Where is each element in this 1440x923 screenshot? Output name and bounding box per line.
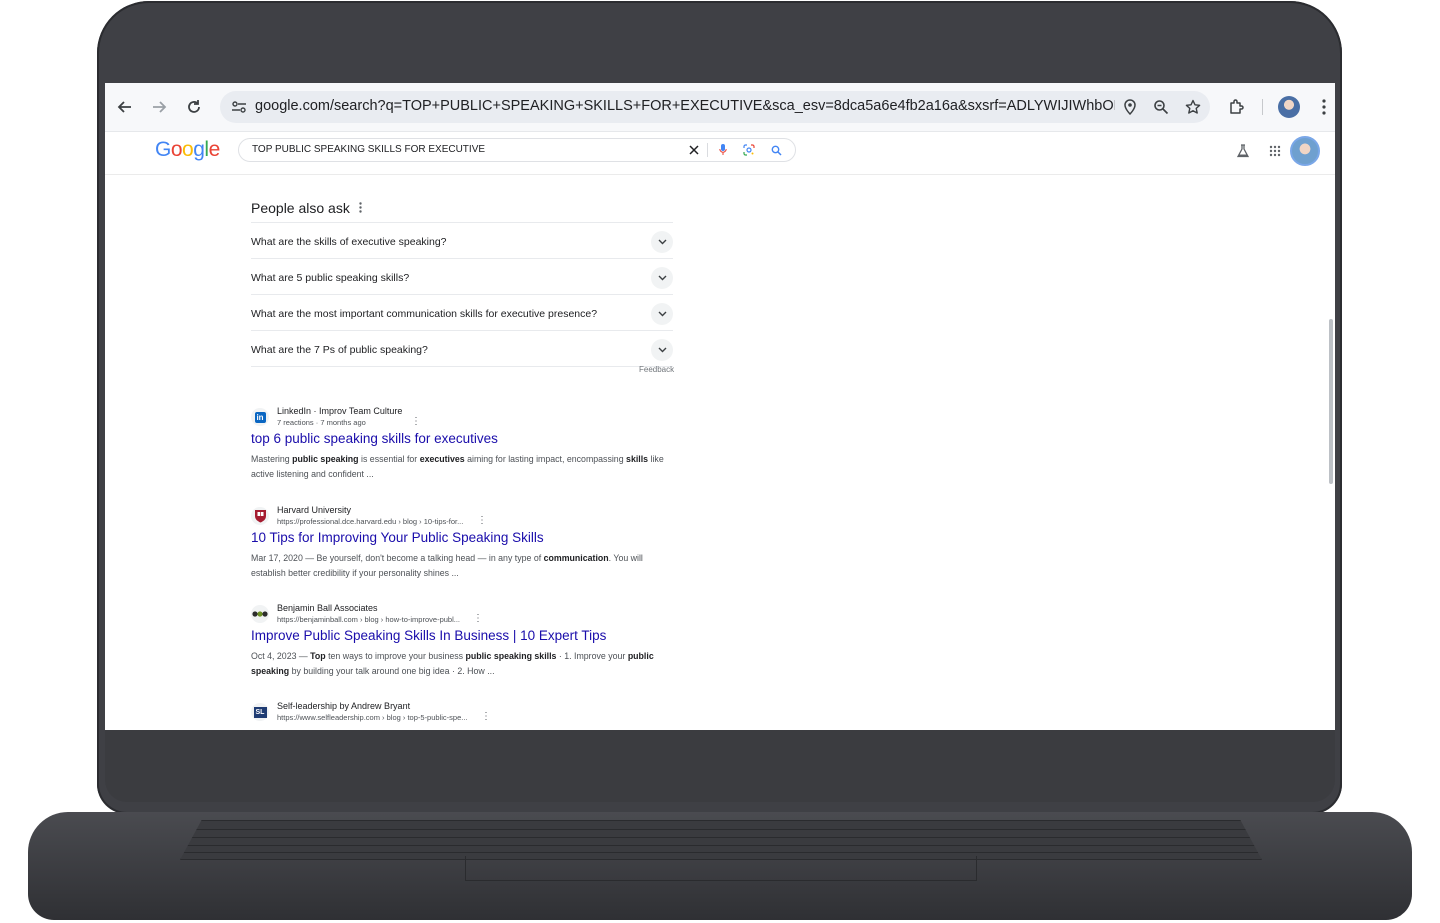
forward-icon[interactable] xyxy=(147,95,171,119)
clear-icon[interactable] xyxy=(686,142,702,158)
result-snippet: Oct 4, 2023 — Top ten ways to improve yo… xyxy=(251,651,654,676)
result-snippet: Mastering public speaking is essential f… xyxy=(251,454,664,479)
result-url[interactable]: https://professional.dce.harvard.edu › b… xyxy=(277,517,463,526)
site-info-icon[interactable] xyxy=(230,98,248,116)
lens-search-icon[interactable] xyxy=(741,142,757,158)
result-title-link[interactable]: top 6 public speaking skills for executi… xyxy=(251,431,498,446)
google-account-avatar[interactable] xyxy=(1290,136,1320,166)
labs-flask-icon[interactable] xyxy=(1233,141,1253,161)
chevron-down-icon[interactable] xyxy=(651,339,673,361)
profile-avatar[interactable] xyxy=(1277,95,1301,119)
url-text[interactable]: google.com/search?q=TOP+PUBLIC+SPEAKING+… xyxy=(255,98,1115,114)
extensions-icon[interactable] xyxy=(1225,95,1249,119)
laptop-bezel xyxy=(105,730,1335,802)
paa-question[interactable]: What are the most important communicatio… xyxy=(251,294,673,330)
toolbar-divider xyxy=(1262,99,1263,115)
search-input[interactable]: TOP PUBLIC SPEAKING SKILLS FOR EXECUTIVE xyxy=(252,144,485,155)
paa-question[interactable]: What are the 7 Ps of public speaking? xyxy=(251,330,673,367)
laptop-trackpad xyxy=(465,856,977,881)
search-box[interactable]: TOP PUBLIC SPEAKING SKILLS FOR EXECUTIVE xyxy=(238,138,796,162)
address-bar[interactable]: google.com/search?q=TOP+PUBLIC+SPEAKING+… xyxy=(220,91,1210,123)
result-snippet: Mar 17, 2020 — Be yourself, don't become… xyxy=(251,553,643,578)
paa-list: What are the skills of executive speakin… xyxy=(251,222,673,367)
self-leadership-logo-icon[interactable]: SL xyxy=(251,703,269,721)
result-more-icon[interactable]: ⋮ xyxy=(481,711,491,722)
paa-question-text[interactable]: What are the skills of executive speakin… xyxy=(251,236,447,248)
result-more-icon[interactable]: ⋮ xyxy=(473,613,483,624)
result-url[interactable]: https://www.selfleadership.com › blog › … xyxy=(277,713,468,722)
linkedin-icon[interactable]: in xyxy=(251,408,269,426)
paa-question[interactable]: What are 5 public speaking skills? xyxy=(251,258,673,294)
paa-heading: People also ask xyxy=(251,200,350,216)
paa-more-icon[interactable] xyxy=(359,202,362,216)
reload-icon[interactable] xyxy=(182,95,206,119)
location-icon[interactable] xyxy=(1120,97,1140,117)
chevron-down-icon[interactable] xyxy=(651,231,673,253)
paa-question-text[interactable]: What are the most important communicatio… xyxy=(251,308,597,320)
search-divider xyxy=(707,143,708,157)
result-meta: 7 reactions · 7 months ago xyxy=(277,418,366,427)
chrome-menu-icon[interactable] xyxy=(1312,95,1335,119)
voice-search-icon[interactable] xyxy=(715,142,731,158)
result-site-name[interactable]: LinkedIn · Improv Team Culture xyxy=(277,406,402,416)
apps-grid-icon[interactable] xyxy=(1265,141,1285,161)
search-icon[interactable] xyxy=(768,142,784,158)
result-site-name[interactable]: Self-leadership by Andrew Bryant xyxy=(277,701,410,711)
result-title-link[interactable]: 10 Tips for Improving Your Public Speaki… xyxy=(251,530,544,545)
feedback-link[interactable]: Feedback xyxy=(639,365,674,374)
paa-question-text[interactable]: What are the 7 Ps of public speaking? xyxy=(251,344,428,356)
page-scrollbar[interactable] xyxy=(1329,319,1333,484)
zoom-icon[interactable] xyxy=(1151,97,1171,117)
paa-question[interactable]: What are the skills of executive speakin… xyxy=(251,222,673,258)
result-site-name[interactable]: Harvard University xyxy=(277,505,351,515)
bookmark-star-icon[interactable] xyxy=(1183,97,1203,117)
result-more-icon[interactable]: ⋮ xyxy=(411,416,421,427)
paa-question-text[interactable]: What are 5 public speaking skills? xyxy=(251,272,409,284)
browser-screen: google.com/search?q=TOP+PUBLIC+SPEAKING+… xyxy=(105,83,1335,730)
chevron-down-icon[interactable] xyxy=(651,267,673,289)
result-site-name[interactable]: Benjamin Ball Associates xyxy=(277,603,378,613)
laptop-keyboard xyxy=(180,820,1262,860)
result-title-link[interactable]: Improve Public Speaking Skills In Busine… xyxy=(251,628,606,643)
google-header: Google TOP PUBLIC SPEAKING SKILLS FOR EX… xyxy=(105,132,1335,175)
harvard-shield-icon[interactable] xyxy=(251,507,269,525)
result-more-icon[interactable]: ⋮ xyxy=(477,515,487,526)
benjamin-ball-logo-icon[interactable] xyxy=(251,605,269,623)
chevron-down-icon[interactable] xyxy=(651,303,673,325)
browser-toolbar: google.com/search?q=TOP+PUBLIC+SPEAKING+… xyxy=(105,83,1335,132)
google-logo[interactable]: Google xyxy=(155,138,220,162)
back-icon[interactable] xyxy=(113,95,137,119)
result-url[interactable]: https://benjaminball.com › blog › how-to… xyxy=(277,615,460,624)
